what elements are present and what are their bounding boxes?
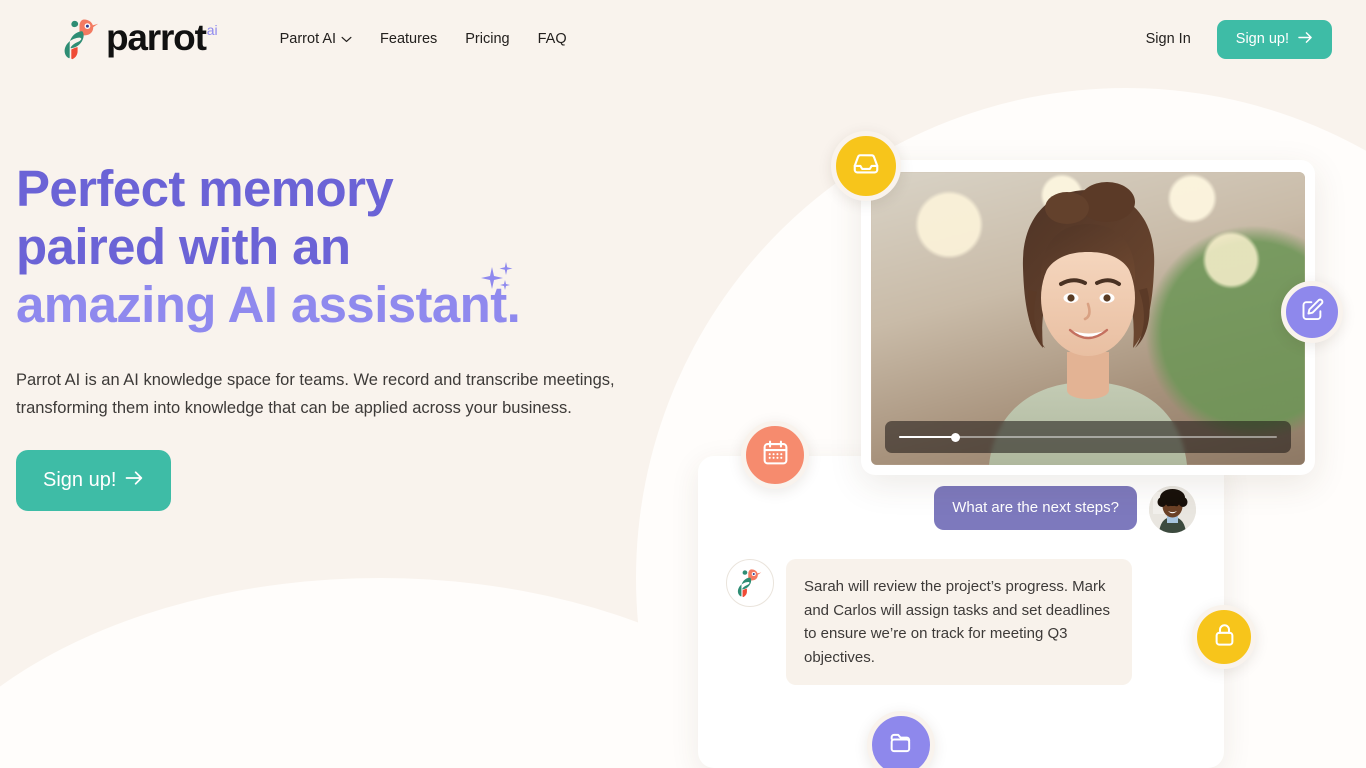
sparkles-icon (476, 255, 520, 295)
headline-line-2: paired with an (16, 218, 351, 275)
nav-item-label: Pricing (465, 31, 510, 47)
folder-icon (887, 729, 915, 762)
badge-lock[interactable] (1192, 605, 1256, 669)
nav-item-features[interactable]: Features (380, 31, 437, 47)
video-progress-bar[interactable] (885, 421, 1291, 453)
badge-calendar[interactable] (741, 421, 809, 489)
site-header: parrot ai Parrot AI Features Pricing FAQ… (0, 0, 1366, 78)
nav-item-parrot-ai[interactable]: Parrot AI (280, 31, 352, 47)
sign-up-button-hero[interactable]: Sign up! (16, 450, 172, 511)
arrow-right-icon (1298, 31, 1313, 48)
sign-in-link[interactable]: Sign In (1146, 31, 1191, 47)
progress-thumb[interactable] (951, 432, 961, 442)
assistant-avatar (726, 559, 774, 607)
inbox-tray-icon (851, 149, 881, 184)
progress-fill (899, 436, 956, 438)
hero-cta-wrap: Sign up! (16, 450, 716, 511)
edit-pencil-square-icon (1299, 296, 1326, 328)
chat-bubble-assistant: Sarah will review the project’s progress… (786, 559, 1132, 685)
parrot-logo-icon (62, 16, 102, 62)
main-navigation: Parrot AI Features Pricing FAQ (280, 31, 567, 47)
nav-item-label: Features (380, 31, 438, 47)
brand-name: parrot (106, 17, 207, 58)
nav-item-label: FAQ (537, 31, 567, 47)
badge-inbox[interactable] (831, 131, 901, 201)
hero-cta-label: Sign up! (43, 469, 117, 491)
nav-item-faq[interactable]: FAQ (538, 31, 567, 47)
sign-up-button-label: Sign up! (1235, 31, 1289, 47)
progress-track[interactable] (899, 432, 1277, 442)
brand-superscript: ai (206, 22, 218, 38)
headline-line-1: Perfect memory (16, 160, 394, 217)
headline-line-3: amazing AI assistant. (16, 276, 521, 333)
sign-up-button-header[interactable]: Sign up! (1216, 19, 1332, 59)
video-frame (871, 172, 1305, 465)
hero-content: Perfect memory paired with an amazing AI… (16, 160, 716, 511)
header-actions: Sign In Sign up! (1146, 19, 1332, 59)
hero-description: Parrot AI is an AI knowledge space for t… (16, 371, 615, 417)
chat-preview-card: What are the next steps? Sarah will revi… (698, 456, 1224, 768)
chevron-down-icon (341, 31, 352, 47)
calendar-icon (761, 438, 790, 472)
landing-page: parrot ai Parrot AI Features Pricing FAQ… (0, 0, 1366, 768)
chat-message-assistant: Sarah will review the project’s progress… (726, 559, 1196, 685)
nav-item-label: Parrot AI (279, 31, 337, 47)
page-title: Perfect memory paired with an amazing AI… (16, 160, 716, 334)
arrow-right-icon (125, 469, 144, 492)
brand-logo[interactable]: parrot ai (62, 16, 218, 62)
chat-message-user: What are the next steps? (726, 486, 1196, 533)
user-avatar (1149, 486, 1196, 533)
video-preview-card[interactable] (861, 160, 1315, 475)
chat-bubble-user: What are the next steps? (934, 486, 1137, 530)
lock-icon (1211, 621, 1238, 653)
badge-edit[interactable] (1281, 281, 1343, 343)
nav-item-pricing[interactable]: Pricing (465, 31, 509, 47)
